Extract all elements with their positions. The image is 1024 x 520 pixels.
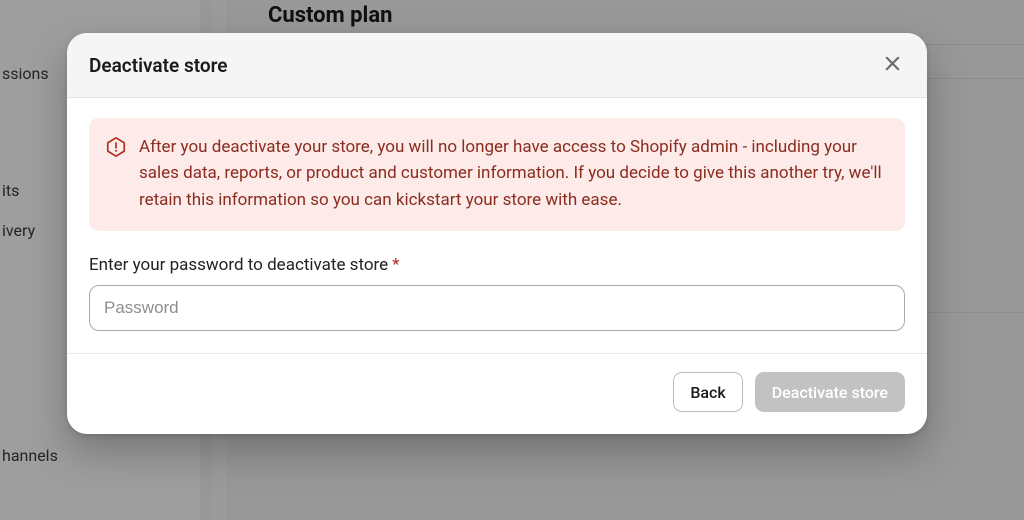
password-input[interactable] [89, 285, 905, 331]
modal-title: Deactivate store [89, 54, 228, 77]
modal-body: After you deactivate your store, you wil… [67, 98, 927, 354]
close-button[interactable] [879, 52, 905, 78]
back-button[interactable]: Back [673, 372, 742, 412]
deactivate-store-modal: Deactivate store After you deactivate yo… [67, 33, 927, 434]
warning-banner: After you deactivate your store, you wil… [89, 118, 905, 231]
password-field: Enter your password to deactivate store* [89, 255, 905, 331]
modal-footer: Back Deactivate store [67, 354, 927, 434]
password-label: Enter your password to deactivate store* [89, 255, 905, 275]
required-marker: * [392, 255, 399, 275]
deactivate-store-button[interactable]: Deactivate store [755, 372, 905, 412]
warning-text: After you deactivate your store, you wil… [139, 134, 887, 213]
close-icon [883, 54, 902, 76]
modal-header: Deactivate store [67, 33, 927, 98]
warning-icon [105, 136, 127, 158]
password-label-text: Enter your password to deactivate store [89, 255, 388, 275]
